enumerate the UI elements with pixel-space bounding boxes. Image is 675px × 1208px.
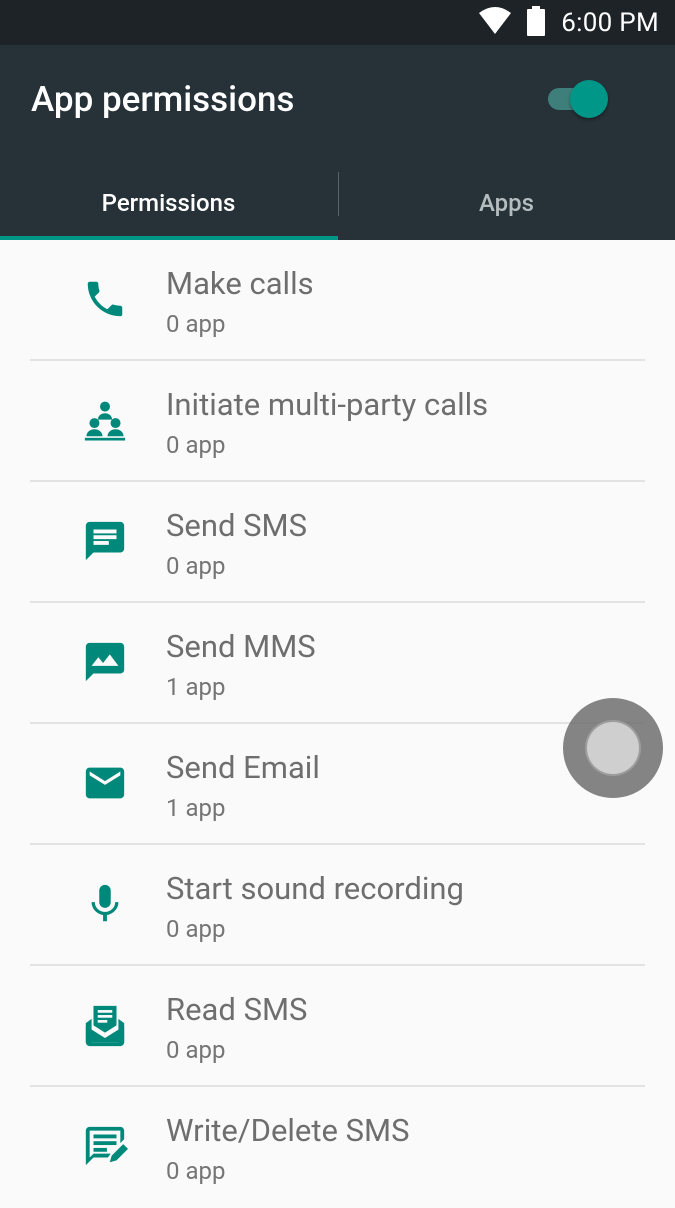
permission-label: Write/Delete SMS: [166, 1112, 410, 1149]
battery-icon: [527, 5, 546, 40]
master-toggle[interactable]: [546, 78, 610, 118]
wifi-icon: [479, 6, 512, 39]
permission-item-write-delete-sms[interactable]: Write/Delete SMS 0 app: [0, 1087, 675, 1208]
tab-permissions[interactable]: Permissions: [0, 165, 337, 240]
permission-label: Send MMS: [166, 628, 316, 665]
message-icon: [82, 518, 128, 564]
mms-icon: [82, 639, 128, 685]
app-bar: App permissions Permissions Apps: [0, 45, 675, 240]
status-bar: 6:00 PM: [0, 0, 675, 45]
permission-label: Read SMS: [166, 991, 308, 1028]
permission-app-count: 1 app: [166, 673, 226, 701]
tab-bar: Permissions Apps: [0, 165, 675, 240]
tab-apps[interactable]: Apps: [338, 165, 675, 240]
permission-item-sound-recording[interactable]: Start sound recording 0 app: [0, 845, 675, 966]
permission-app-count: 0 app: [166, 552, 226, 580]
permission-app-count: 1 app: [166, 794, 226, 822]
permission-item-make-calls[interactable]: Make calls 0 app: [0, 240, 675, 361]
permission-app-count: 0 app: [166, 1157, 226, 1185]
permission-item-multi-party-calls[interactable]: Initiate multi-party calls 0 app: [0, 361, 675, 482]
toggle-thumb: [570, 80, 608, 118]
group-icon: [82, 397, 128, 443]
write-sms-icon: [82, 1123, 128, 1169]
status-icons: 6:00 PM: [479, 0, 659, 45]
phone-icon: [82, 276, 128, 322]
permission-item-send-mms[interactable]: Send MMS 1 app: [0, 603, 675, 724]
permission-item-read-sms[interactable]: Read SMS 0 app: [0, 966, 675, 1087]
permission-label: Initiate multi-party calls: [166, 386, 489, 423]
permission-app-count: 0 app: [166, 1036, 226, 1064]
permission-label: Make calls: [166, 265, 314, 302]
page-title: App permissions: [31, 79, 295, 120]
status-time: 6:00 PM: [561, 7, 659, 38]
permission-item-send-sms[interactable]: Send SMS 0 app: [0, 482, 675, 603]
permission-app-count: 0 app: [166, 431, 226, 459]
permission-app-count: 0 app: [166, 310, 226, 338]
mic-icon: [82, 881, 128, 927]
floating-button-core: [587, 722, 639, 774]
permission-label: Send Email: [166, 749, 320, 786]
email-icon: [82, 760, 128, 806]
permission-label: Send SMS: [166, 507, 308, 544]
floating-assistive-button[interactable]: [563, 698, 663, 798]
read-sms-icon: [82, 1002, 128, 1048]
permission-app-count: 0 app: [166, 915, 226, 943]
permission-label: Start sound recording: [166, 870, 464, 907]
